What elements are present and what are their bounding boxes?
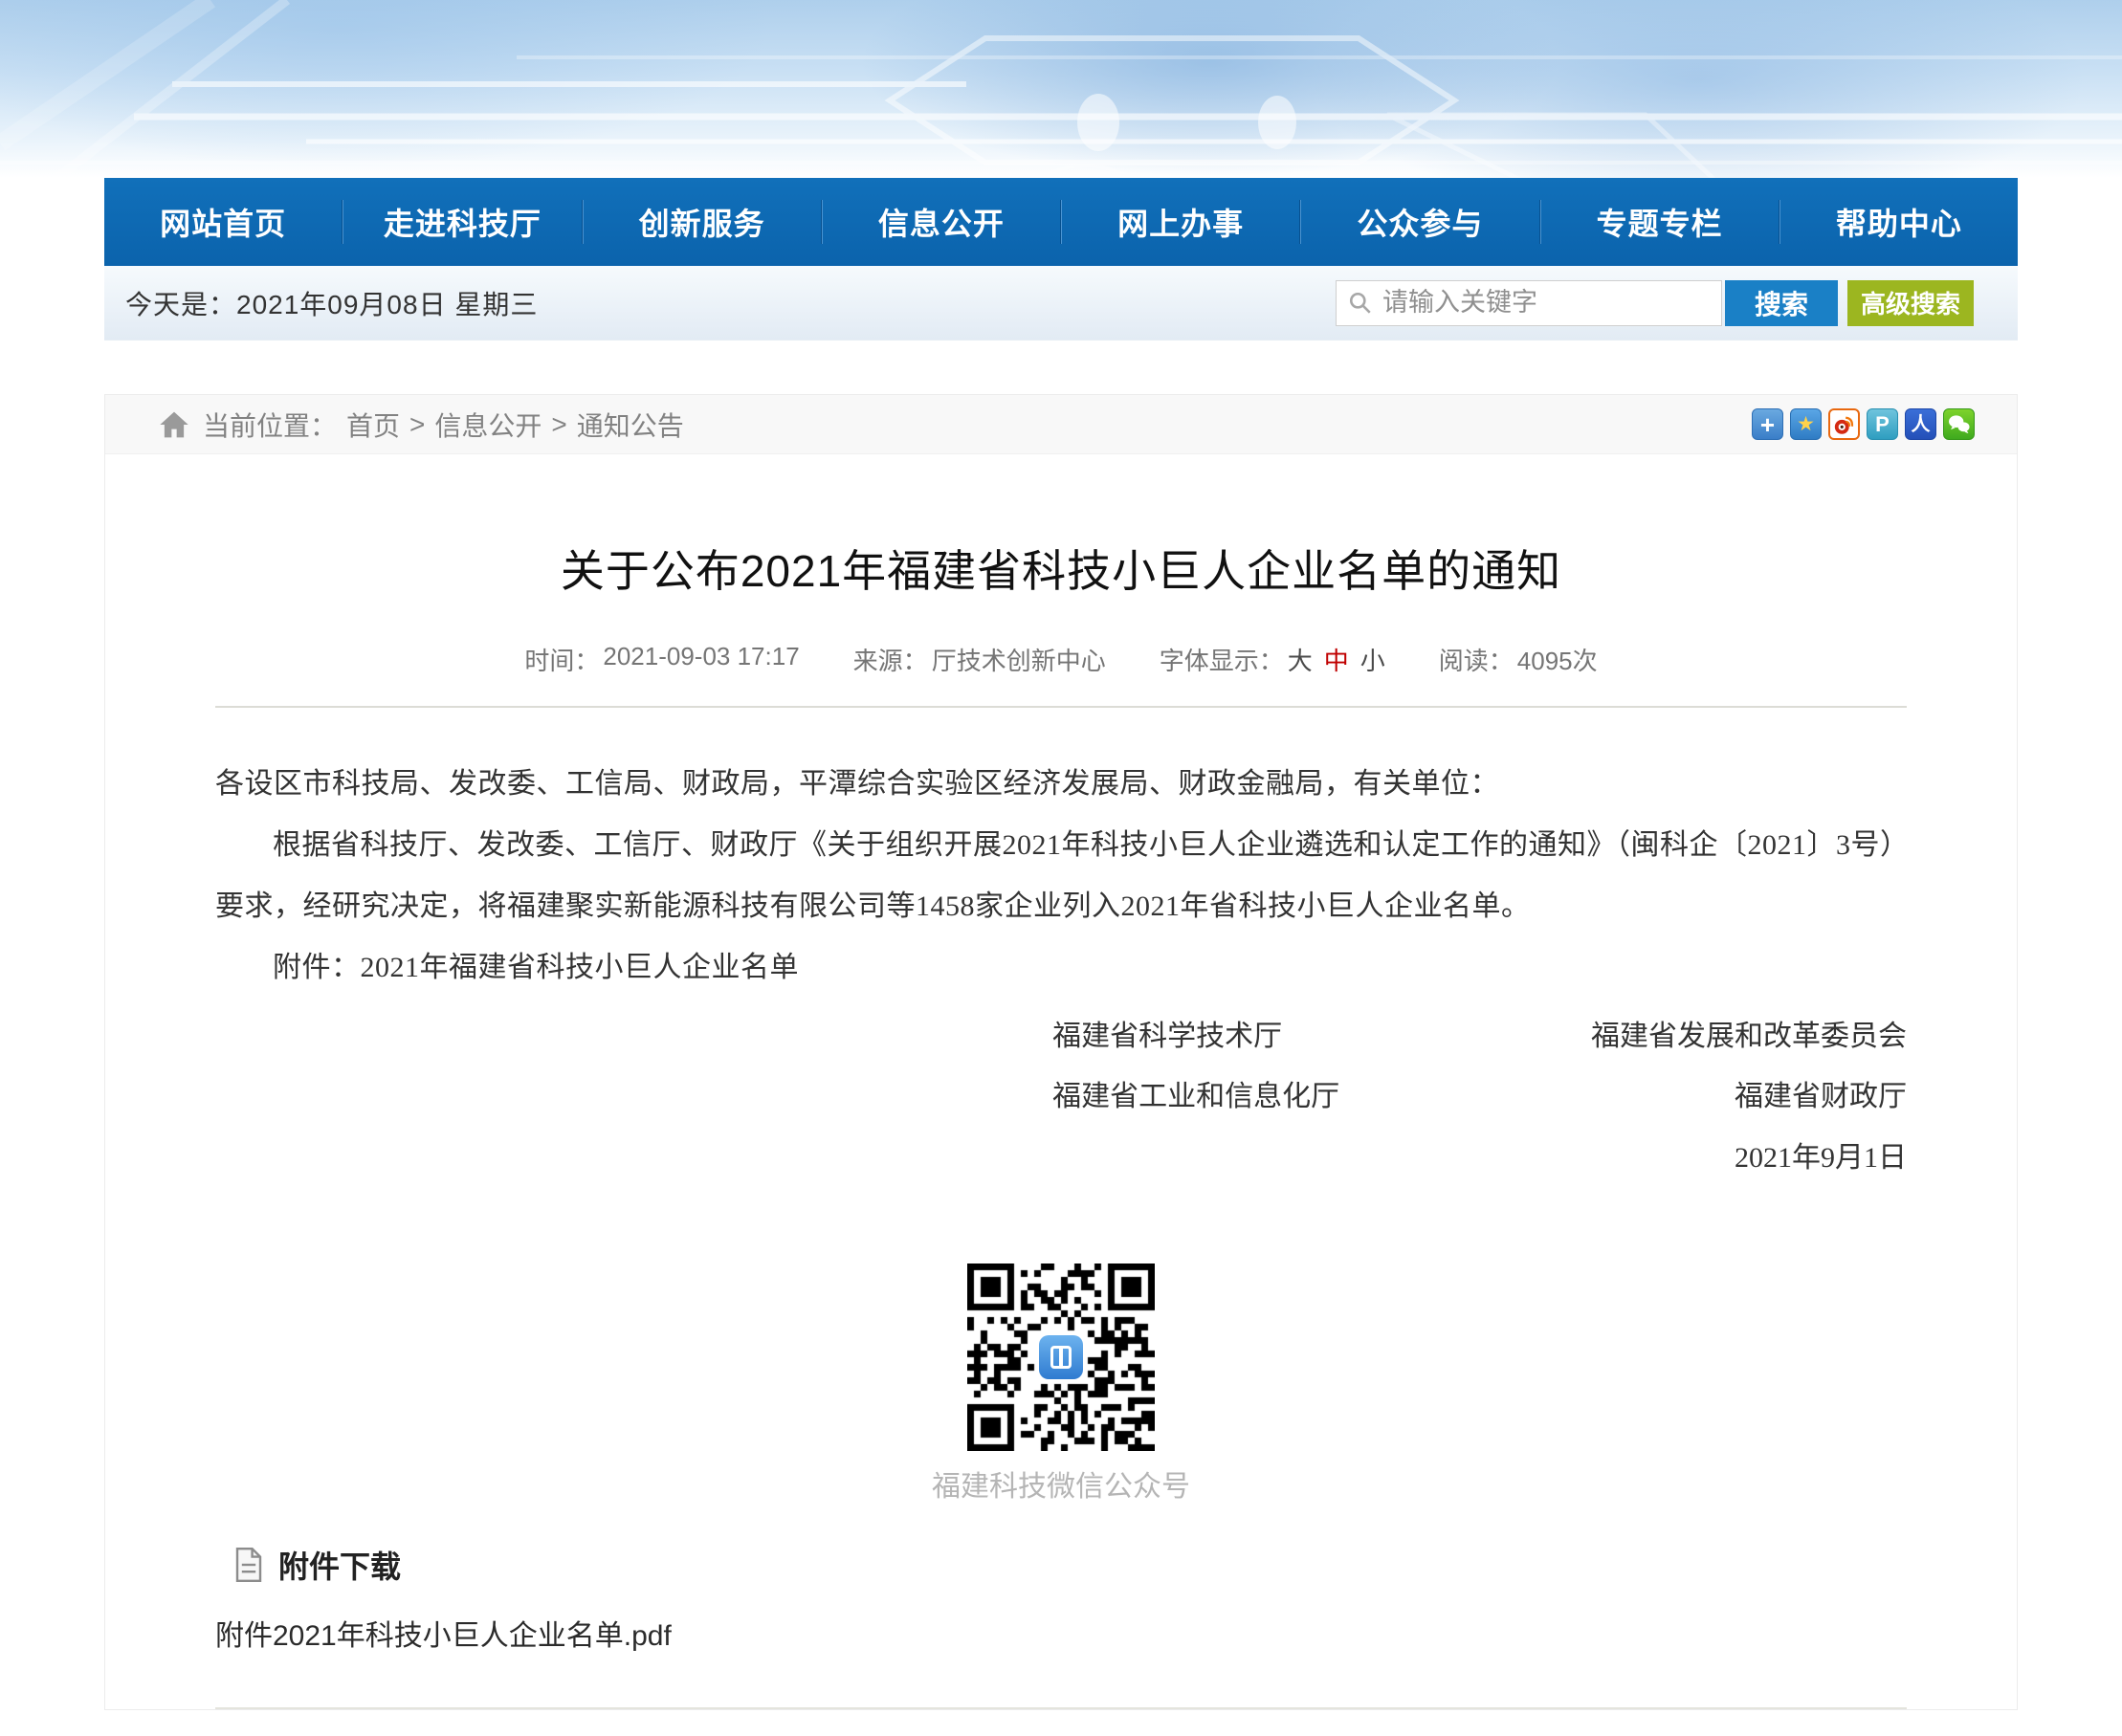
font-size-small-button[interactable]: 小 bbox=[1360, 642, 1385, 677]
bottom-divider bbox=[215, 1707, 1907, 1709]
meta-views-label: 阅读： bbox=[1439, 642, 1514, 677]
nav-item-innovation-services[interactable]: 创新服务 bbox=[584, 178, 821, 266]
p-glyph: P bbox=[1875, 414, 1890, 435]
meta-source-label: 来源： bbox=[853, 642, 928, 677]
nav-item-special-topics[interactable]: 专题专栏 bbox=[1541, 178, 1779, 266]
signature-development-reform: 福建省发展和改革委员会 bbox=[1591, 1006, 1907, 1067]
article-body: 各设区市科技局、发改委、工信局、财政局，平潭综合实验区经济发展局、财政金融局，有… bbox=[215, 754, 1907, 999]
signature-date: 2021年9月1日 bbox=[1735, 1128, 1907, 1189]
meta-fontsize-label: 字体显示： bbox=[1160, 642, 1284, 677]
share-toolbar: + ★ P 人 bbox=[1752, 408, 1975, 440]
share-more-icon[interactable]: + bbox=[1752, 408, 1783, 440]
nav-item-about[interactable]: 走进科技厅 bbox=[343, 178, 581, 266]
signature-industry-info: 福建省工业和信息化厅 bbox=[1052, 1066, 1339, 1128]
breadcrumb-item-notices[interactable]: 通知公告 bbox=[577, 406, 684, 444]
share-sina-weibo-icon[interactable] bbox=[1828, 408, 1860, 440]
attachment-pdf-link[interactable]: 附件2021年科技小巨人企业名单.pdf bbox=[215, 1612, 672, 1654]
header-banner bbox=[0, 0, 2122, 178]
star-glyph: ★ bbox=[1797, 414, 1815, 434]
ren-glyph: 人 bbox=[1912, 415, 1931, 434]
wechat-bubbles-glyph bbox=[1946, 411, 1972, 437]
banner-circuit-pattern bbox=[0, 0, 2122, 178]
content-box: 当前位置： 首页 > 信息公开 > 通知公告 + ★ P 人 bbox=[104, 394, 2018, 1710]
signature-block: 福建省科学技术厅 福建省发展和改革委员会 福建省工业和信息化厅 福建省财政厅 2… bbox=[215, 1006, 1907, 1190]
page-title: 关于公布2021年福建省科技小巨人企业名单的通知 bbox=[215, 537, 1907, 600]
search-button[interactable]: 搜索 bbox=[1725, 280, 1838, 326]
meta-time-value: 2021-09-03 17:17 bbox=[603, 642, 799, 677]
paragraph-main: 根据省科技厅、发改委、工信厅、财政厅《关于组织开展2021年科技小巨人企业遴选和… bbox=[215, 815, 1907, 937]
nav-item-help-center[interactable]: 帮助中心 bbox=[1780, 178, 2018, 266]
breadcrumb-separator: > bbox=[551, 409, 566, 440]
search-icon bbox=[1348, 291, 1373, 316]
attachment-header-label: 附件下载 bbox=[278, 1543, 401, 1587]
meta-time-label: 时间： bbox=[524, 642, 599, 677]
share-qzone-icon[interactable]: ★ bbox=[1790, 408, 1822, 440]
share-wechat-icon[interactable] bbox=[1943, 408, 1975, 440]
qr-caption: 福建科技微信公众号 bbox=[903, 1464, 1219, 1510]
weibo-eye-glyph bbox=[1831, 411, 1857, 437]
current-date-text: 今天是：2021年09月08日 星期三 bbox=[125, 284, 538, 322]
main-navigation: 网站首页 走进科技厅 创新服务 信息公开 网上办事 公众参与 专题专栏 帮助中心 bbox=[104, 178, 2018, 266]
nav-item-home[interactable]: 网站首页 bbox=[104, 178, 342, 266]
breadcrumb-separator: > bbox=[409, 409, 425, 440]
breadcrumb-label: 当前位置： bbox=[203, 406, 337, 444]
document-icon bbox=[234, 1548, 263, 1582]
signature-science-dept: 福建省科学技术厅 bbox=[1052, 1006, 1282, 1067]
attachment-header: 附件下载 bbox=[234, 1543, 1907, 1587]
nav-item-online-services[interactable]: 网上办事 bbox=[1062, 178, 1299, 266]
meta-views-value: 4095次 bbox=[1517, 642, 1598, 677]
search-box bbox=[1336, 280, 1722, 326]
paragraph-appendix: 附件：2021年福建省科技小巨人企业名单 bbox=[215, 937, 1907, 999]
paragraph-recipients: 各设区市科技局、发改委、工信局、财政局，平潭综合实验区经济发展局、财政金融局，有… bbox=[215, 754, 1907, 815]
meta-source-value: 厅技术创新中心 bbox=[932, 642, 1106, 677]
breadcrumb: 当前位置： 首页 > 信息公开 > 通知公告 bbox=[203, 406, 684, 444]
article: 关于公布2021年福建省科技小巨人企业名单的通知 时间： 2021-09-03 … bbox=[105, 537, 2017, 1709]
nav-item-public-participation[interactable]: 公众参与 bbox=[1301, 178, 1538, 266]
signature-finance-dept: 福建省财政厅 bbox=[1735, 1066, 1907, 1128]
font-size-medium-button[interactable]: 中 bbox=[1324, 642, 1349, 677]
date-search-bar: 今天是：2021年09月08日 星期三 搜索 高级搜索 bbox=[104, 266, 2018, 341]
font-size-large-button[interactable]: 大 bbox=[1288, 642, 1313, 677]
breadcrumb-item-info-disclosure[interactable]: 信息公开 bbox=[434, 406, 542, 444]
meta-divider bbox=[215, 706, 1907, 708]
qr-section: 福建科技微信公众号 bbox=[215, 1264, 1907, 1510]
advanced-search-button[interactable]: 高级搜索 bbox=[1847, 280, 1974, 326]
search-input[interactable] bbox=[1382, 288, 1710, 318]
share-renren-icon[interactable]: 人 bbox=[1905, 408, 1936, 440]
breadcrumb-strip: 当前位置： 首页 > 信息公开 > 通知公告 + ★ P 人 bbox=[105, 395, 2017, 454]
home-icon[interactable] bbox=[159, 410, 189, 439]
plus-glyph: + bbox=[1760, 412, 1775, 437]
article-meta: 时间： 2021-09-03 17:17 来源： 厅技术创新中心 字体显示： 大… bbox=[215, 642, 1907, 677]
nav-item-info-disclosure[interactable]: 信息公开 bbox=[823, 178, 1060, 266]
qr-center-logo-icon bbox=[1039, 1335, 1083, 1379]
breadcrumb-item-home[interactable]: 首页 bbox=[346, 406, 400, 444]
spacer bbox=[0, 341, 2122, 394]
share-tencent-weibo-icon[interactable]: P bbox=[1867, 408, 1898, 440]
